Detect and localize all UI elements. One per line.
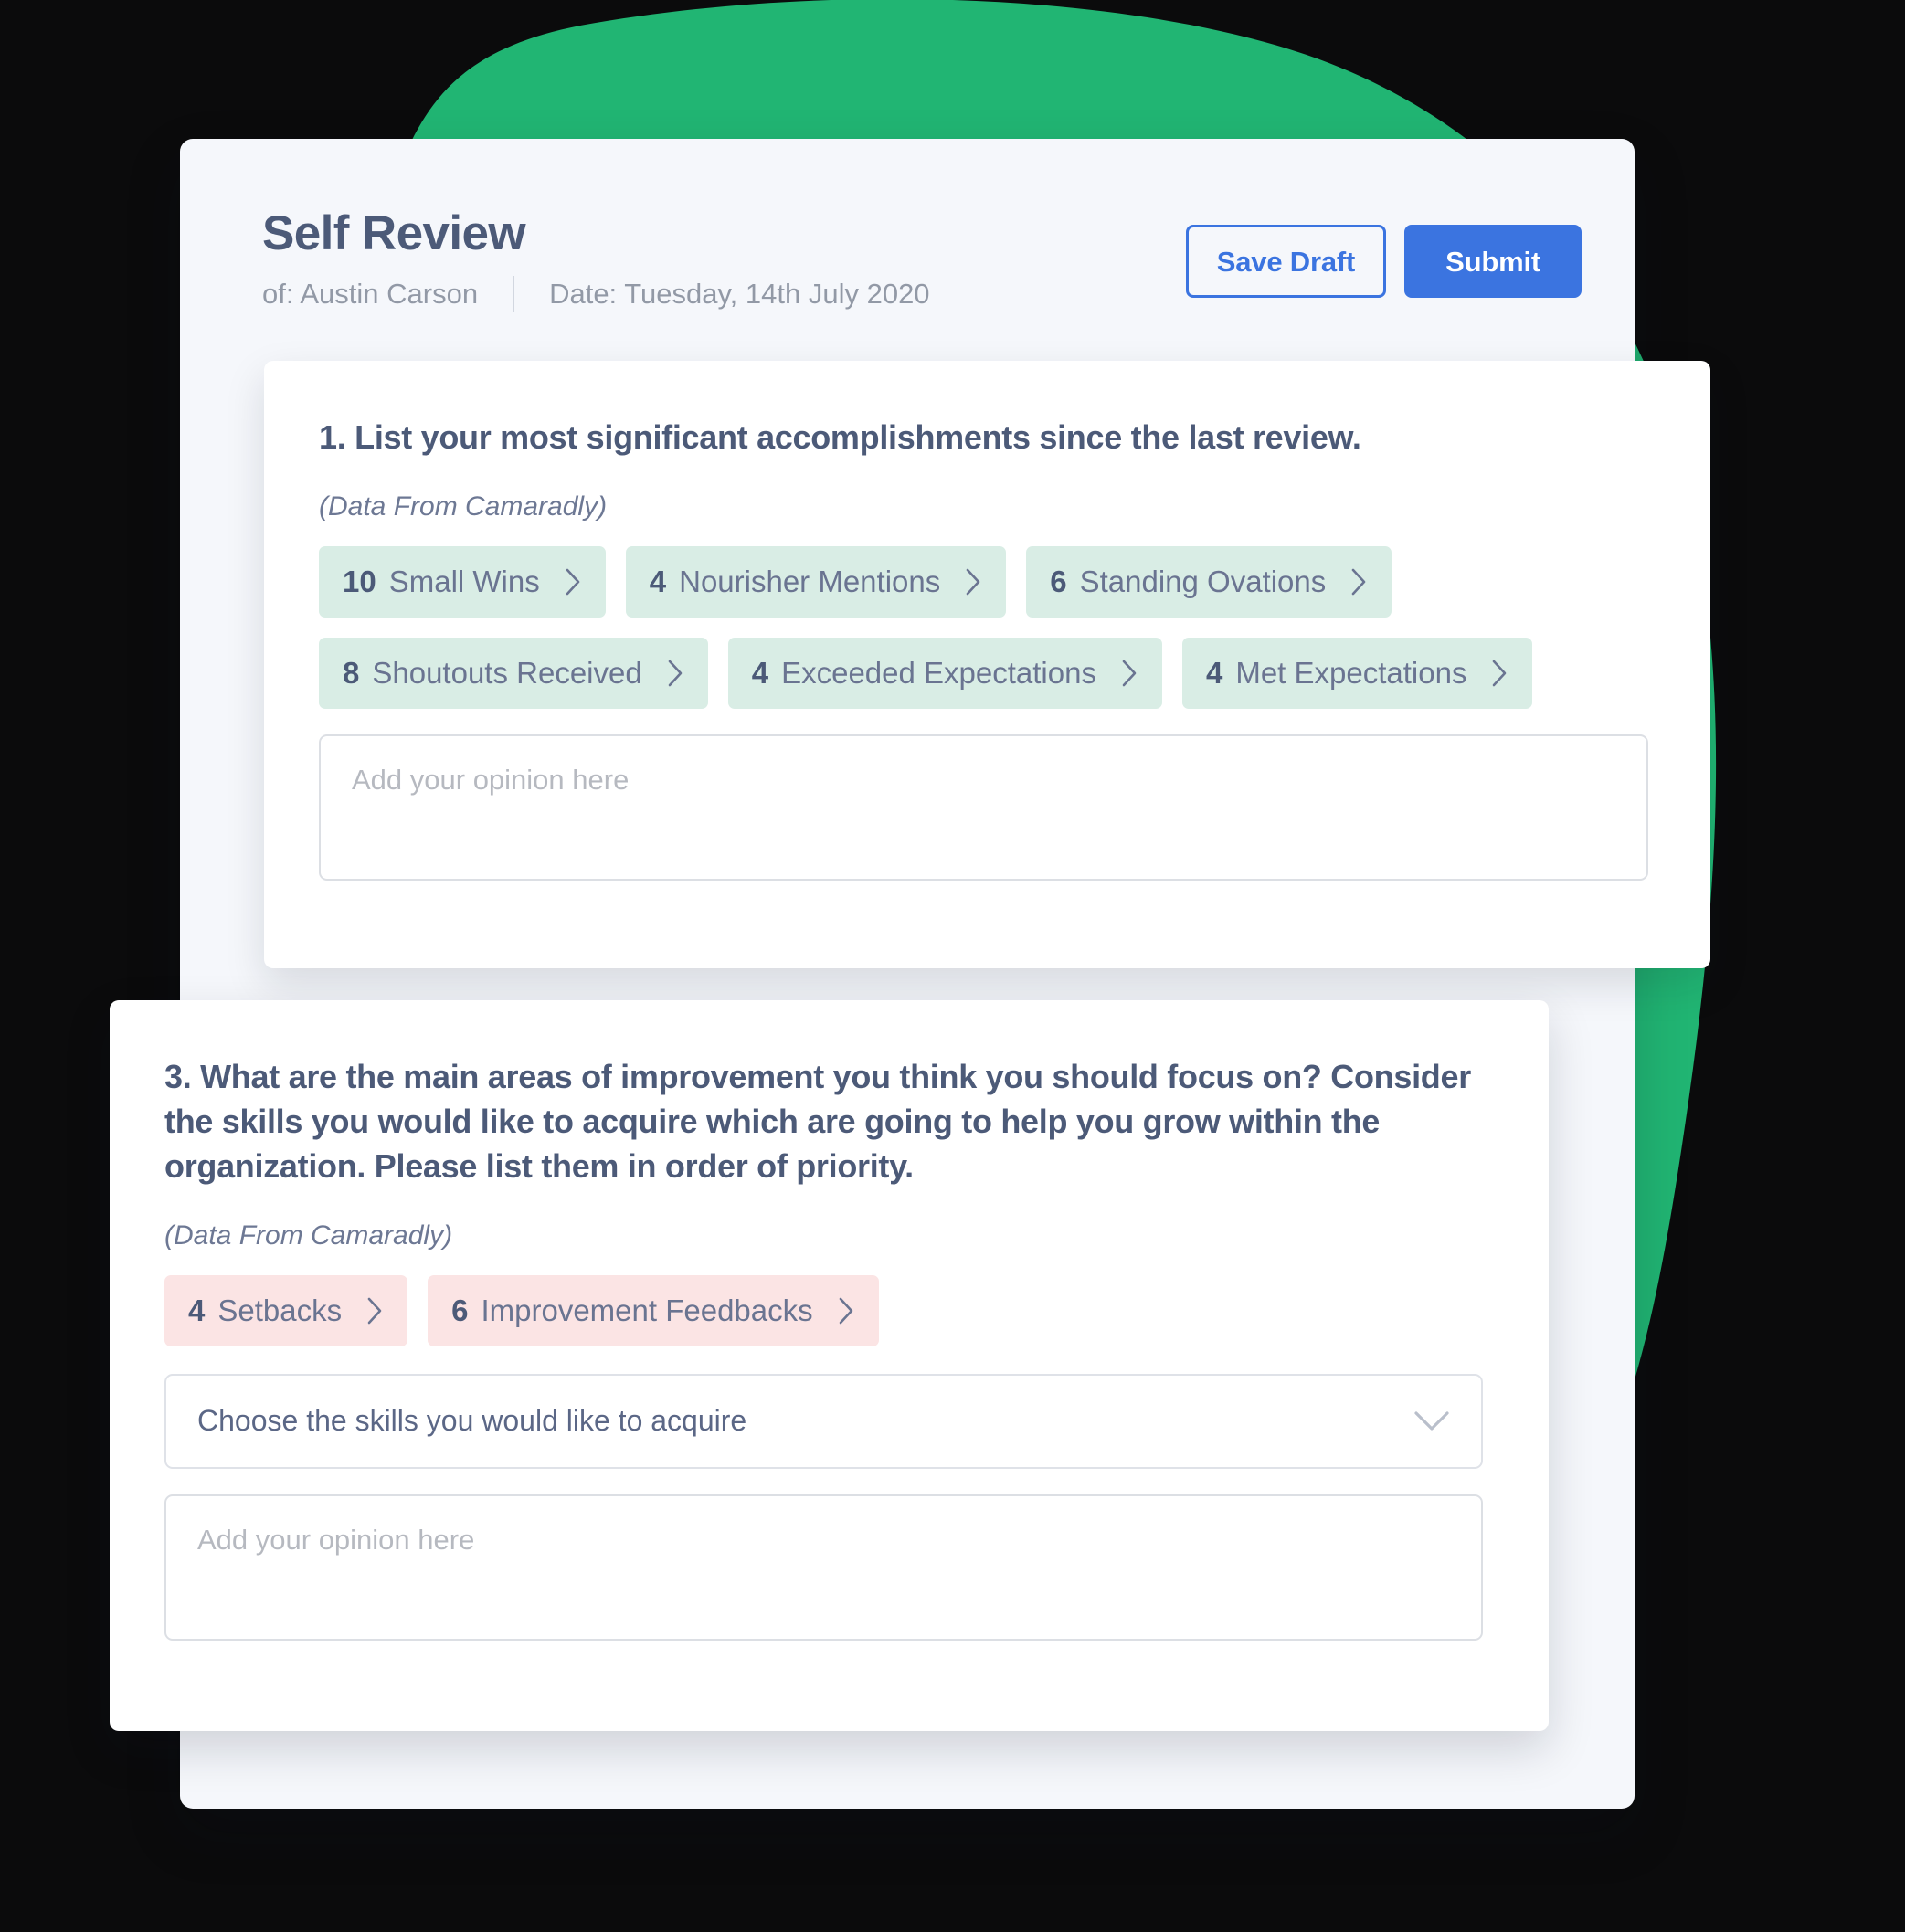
meta-divider <box>513 275 515 312</box>
page-title: Self Review <box>262 206 526 260</box>
metric-chip[interactable]: 10 Small Wins <box>319 545 606 618</box>
question-1-card: 1. List your most significant accomplish… <box>264 361 1710 968</box>
metric-chip-label: Met Expectations <box>1235 656 1467 691</box>
save-draft-button[interactable]: Save Draft <box>1185 225 1387 298</box>
metric-chip-label: Standing Ovations <box>1079 565 1327 599</box>
chevron-right-icon <box>1492 660 1508 687</box>
skills-select[interactable]: Choose the skills you would like to acqu… <box>164 1373 1483 1469</box>
header-title-block: Self Review of: Austin Carson Date: Tues… <box>262 195 930 312</box>
metric-chip-count: 4 <box>649 565 667 599</box>
chevron-right-icon <box>1122 660 1138 687</box>
chevron-right-icon <box>839 1297 855 1325</box>
metric-chip[interactable]: 4 Met Expectations <box>1181 637 1533 709</box>
metric-chip[interactable]: 6 Standing Ovations <box>1026 545 1392 618</box>
metric-chip-count: 10 <box>343 565 376 599</box>
review-date: Date: Tuesday, 14th July 2020 <box>549 277 930 310</box>
header-meta: of: Austin Carson Date: Tuesday, 14th Ju… <box>262 275 930 312</box>
metric-chip-count: 4 <box>188 1293 206 1328</box>
question-1-source-note: (Data From Camaradly) <box>319 491 608 522</box>
question-3-card: 3. What are the main areas of improvemen… <box>110 1000 1549 1731</box>
metric-chip-count: 6 <box>1050 565 1067 599</box>
metric-chip[interactable]: 4 Exceeded Expectations <box>727 637 1162 709</box>
metric-chip[interactable]: 6 Improvement Feedbacks <box>428 1274 879 1346</box>
question-3-chip-row-1: 4 Setbacks 6 Improvement Feedbacks <box>164 1274 1483 1346</box>
question-1-opinion-input[interactable] <box>319 734 1648 881</box>
review-header: Self Review of: Austin Carson Date: Tues… <box>180 139 1635 358</box>
metric-chip-label: Nourisher Mentions <box>679 565 941 599</box>
metric-chip-count: 4 <box>751 656 769 691</box>
chevron-right-icon <box>668 660 684 687</box>
skills-select-label: Choose the skills you would like to acqu… <box>197 1404 747 1438</box>
submit-button[interactable]: Submit <box>1404 225 1582 298</box>
question-3-opinion-input[interactable] <box>164 1494 1483 1641</box>
metric-chip-label: Shoutouts Received <box>372 656 642 691</box>
screenshot-stage: Self Review of: Austin Carson Date: Tues… <box>0 0 1905 1932</box>
question-1-title: 1. List your most significant accomplish… <box>319 418 1361 456</box>
header-actions: Save Draft Submit <box>1185 195 1582 298</box>
review-owner: of: Austin Carson <box>262 277 479 310</box>
metric-chip-count: 8 <box>343 656 360 691</box>
metric-chip[interactable]: 8 Shoutouts Received <box>319 637 708 709</box>
metric-chip-count: 4 <box>1205 656 1223 691</box>
metric-chip-label: Improvement Feedbacks <box>481 1293 813 1328</box>
chevron-right-icon <box>566 568 582 596</box>
chevron-right-icon <box>1351 568 1368 596</box>
metric-chip-count: 6 <box>451 1293 469 1328</box>
question-1-chip-row-2: 8 Shoutouts Received 4 Exceeded Expectat… <box>319 637 1648 709</box>
metric-chip[interactable]: 4 Nourisher Mentions <box>625 545 1007 618</box>
chevron-right-icon <box>367 1297 384 1325</box>
metric-chip-label: Exceeded Expectations <box>781 656 1096 691</box>
metric-chip-label: Small Wins <box>388 565 540 599</box>
chevron-down-icon <box>1413 1410 1450 1432</box>
question-3-source-note: (Data From Camaradly) <box>164 1219 453 1251</box>
metric-chip-label: Setbacks <box>217 1293 343 1328</box>
question-3-title: 3. What are the main areas of improvemen… <box>164 1058 1471 1185</box>
chevron-right-icon <box>966 568 982 596</box>
question-1-chip-row-1: 10 Small Wins 4 Nourisher Mentions 6 Sta… <box>319 545 1648 618</box>
metric-chip[interactable]: 4 Setbacks <box>164 1274 408 1346</box>
